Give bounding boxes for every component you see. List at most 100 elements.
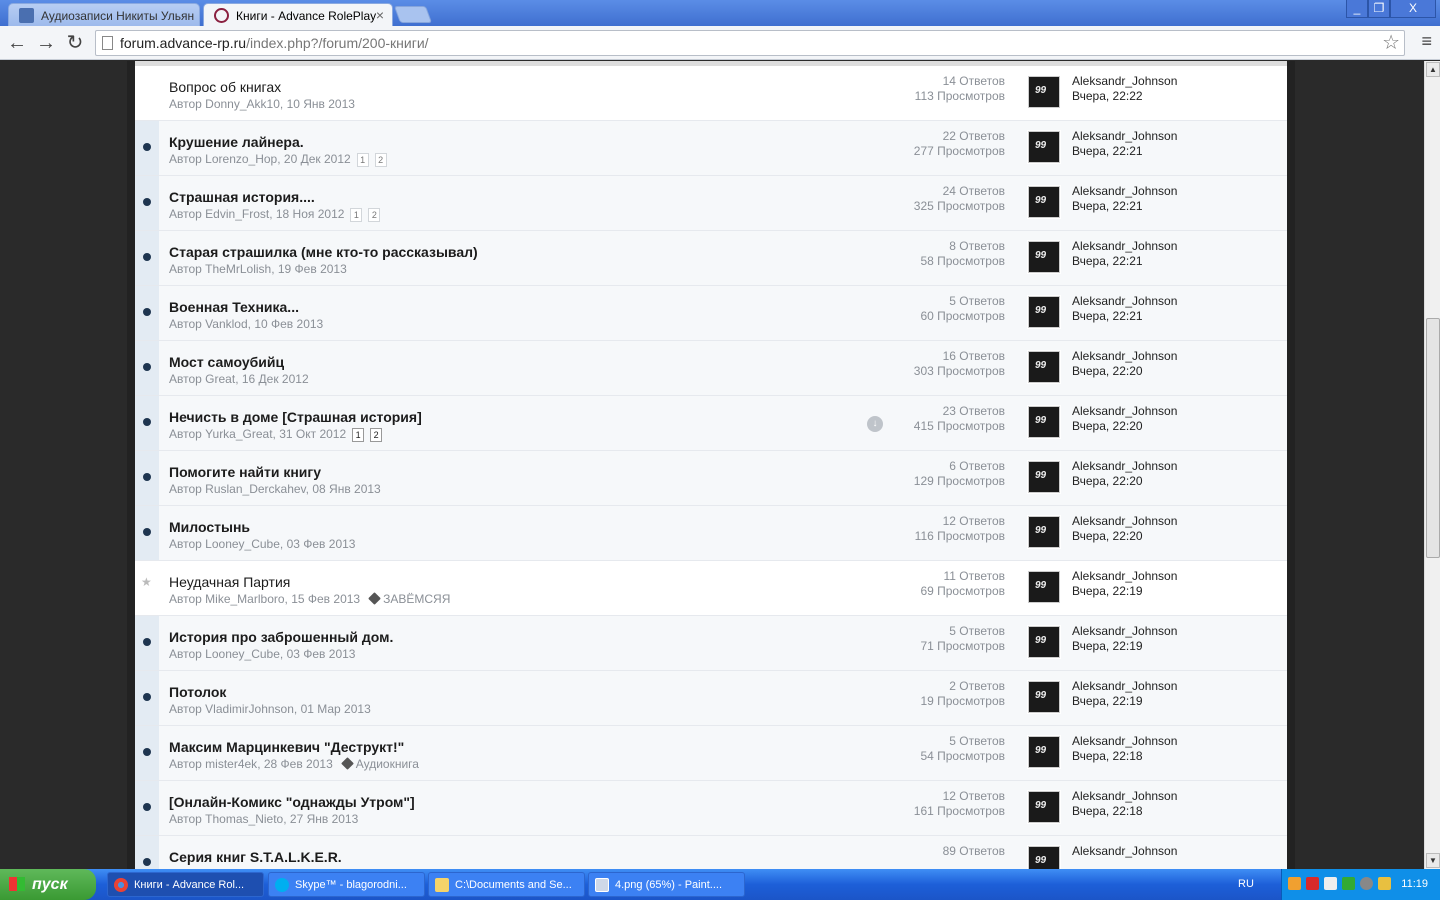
author-link[interactable]: Donny_Akk10 xyxy=(205,97,280,111)
scrollbar-thumb[interactable] xyxy=(1426,318,1440,558)
last-poster-link[interactable]: Aleksandr_Johnson xyxy=(1072,569,1177,584)
topic-row[interactable]: Милостынь Автор Looney_Cube, 03 Фев 2013 1… xyxy=(135,506,1287,561)
topic-title-link[interactable]: Милостынь xyxy=(169,519,250,535)
download-icon[interactable]: ↓ xyxy=(867,416,883,432)
author-link[interactable]: mister4ek xyxy=(205,757,257,771)
avatar[interactable]: 99 xyxy=(1028,186,1060,218)
last-poster-link[interactable]: Aleksandr_Johnson xyxy=(1072,459,1177,474)
avatar[interactable]: 99 xyxy=(1028,461,1060,493)
last-poster-link[interactable]: Aleksandr_Johnson xyxy=(1072,789,1177,804)
chrome-menu-icon[interactable]: ≡ xyxy=(1421,31,1432,52)
tab-books[interactable]: Книги - Advance RolePlay × xyxy=(203,3,393,26)
topic-row[interactable]: Максим Марцинкевич "Деструкт!" Автор mist… xyxy=(135,726,1287,781)
network-icon[interactable] xyxy=(1342,877,1355,890)
last-poster-link[interactable]: Aleksandr_Johnson xyxy=(1072,734,1177,749)
page-link[interactable]: 2 xyxy=(370,427,383,442)
topic-title-link[interactable]: История про заброшенный дом. xyxy=(169,629,393,645)
page-link[interactable]: 1 xyxy=(350,207,363,222)
scroll-up-arrow-icon[interactable]: ▲ xyxy=(1426,62,1440,77)
topic-title-link[interactable]: Военная Техника... xyxy=(169,299,299,315)
reload-icon[interactable]: ↻ xyxy=(62,30,88,56)
topic-row[interactable]: История про заброшенный дом. Автор Looney… xyxy=(135,616,1287,671)
page-link[interactable]: 1 xyxy=(356,152,369,167)
author-link[interactable]: Looney_Cube xyxy=(205,647,280,661)
topic-title-link[interactable]: Страшная история.... xyxy=(169,189,315,205)
topic-title-link[interactable]: [Онлайн-Комикс "однажды Утром"] xyxy=(169,794,415,810)
author-link[interactable]: Thomas_Nieto xyxy=(205,812,283,826)
last-poster-link[interactable]: Aleksandr_Johnson xyxy=(1072,844,1177,859)
page-link[interactable]: 1 xyxy=(352,427,365,442)
last-poster-link[interactable]: Aleksandr_Johnson xyxy=(1072,294,1177,309)
avatar[interactable]: 99 xyxy=(1028,241,1060,273)
topic-title-link[interactable]: Потолок xyxy=(169,684,226,700)
close-icon[interactable]: × xyxy=(376,7,384,23)
avatar[interactable]: 99 xyxy=(1028,681,1060,713)
last-poster-link[interactable]: Aleksandr_Johnson xyxy=(1072,349,1177,364)
topic-row[interactable]: [Онлайн-Комикс "однажды Утром"] Автор Tho… xyxy=(135,781,1287,836)
last-poster-link[interactable]: Aleksandr_Johnson xyxy=(1072,129,1177,144)
avatar[interactable]: 99 xyxy=(1028,626,1060,658)
topic-row[interactable]: Серия книг S.T.A.L.K.E.R. 89 Ответов 99 Ale… xyxy=(135,836,1287,869)
minimize-button[interactable]: _ xyxy=(1346,0,1368,18)
topic-row[interactable]: Крушение лайнера. Автор Lorenzo_Hop, 20 Д… xyxy=(135,121,1287,176)
topic-row[interactable]: Нечисть в доме [Страшная история] Автор Y… xyxy=(135,396,1287,451)
author-link[interactable]: Edvin_Frost xyxy=(205,207,269,221)
page-link[interactable]: 2 xyxy=(368,207,381,222)
vertical-scrollbar[interactable]: ▲ ▼ xyxy=(1424,61,1440,869)
restore-button[interactable]: ❐ xyxy=(1368,0,1390,18)
language-indicator[interactable]: RU xyxy=(1238,878,1254,890)
topic-row[interactable]: ★ Неудачная Партия Автор Mike_Marlboro, 15… xyxy=(135,561,1287,616)
avatar[interactable]: 99 xyxy=(1028,736,1060,768)
last-poster-link[interactable]: Aleksandr_Johnson xyxy=(1072,184,1177,199)
author-link[interactable]: Ruslan_Derckahev xyxy=(205,482,306,496)
topic-title-link[interactable]: Помогите найти книгу xyxy=(169,464,321,480)
author-link[interactable]: Mike_Marlboro xyxy=(205,592,284,606)
topic-row[interactable]: Помогите найти книгу Автор Ruslan_Derckah… xyxy=(135,451,1287,506)
author-link[interactable]: Lorenzo_Hop xyxy=(205,152,277,166)
last-poster-link[interactable]: Aleksandr_Johnson xyxy=(1072,679,1177,694)
avatar[interactable]: 99 xyxy=(1028,406,1060,438)
topic-tag[interactable]: Аудиокнига xyxy=(340,757,419,771)
taskbar-item-chrome[interactable]: Книги - Advance Rol... xyxy=(107,872,264,897)
close-window-button[interactable]: X xyxy=(1390,0,1436,18)
avatar[interactable]: 99 xyxy=(1028,571,1060,603)
topic-title-link[interactable]: Крушение лайнера. xyxy=(169,134,304,150)
tray-app-icon[interactable] xyxy=(1288,877,1301,890)
last-poster-link[interactable]: Aleksandr_Johnson xyxy=(1072,239,1177,254)
tray-app-icon[interactable] xyxy=(1360,877,1373,890)
tab-audio[interactable]: Аудиозаписи Никиты Ульян xyxy=(8,3,200,26)
topic-title-link[interactable]: Старая страшилка (мне кто-то рассказывал… xyxy=(169,244,478,260)
avatar[interactable]: 99 xyxy=(1028,296,1060,328)
taskbar-item-paint[interactable]: 4.png (65%) - Paint.... xyxy=(588,872,745,897)
topic-title-link[interactable]: Неудачная Партия xyxy=(169,574,290,590)
topic-title-link[interactable]: Серия книг S.T.A.L.K.E.R. xyxy=(169,849,342,865)
bookmark-star-icon[interactable]: ☆ xyxy=(1382,31,1400,55)
topic-title-link[interactable]: Максим Марцинкевич "Деструкт!" xyxy=(169,739,404,755)
author-link[interactable]: Yurka_Great xyxy=(205,427,272,441)
tray-app-icon[interactable] xyxy=(1306,877,1319,890)
scroll-down-arrow-icon[interactable]: ▼ xyxy=(1426,853,1440,868)
author-link[interactable]: Great xyxy=(205,372,235,386)
topic-row[interactable]: Страшная история.... Автор Edvin_Frost, 1… xyxy=(135,176,1287,231)
forward-arrow-icon[interactable]: → xyxy=(33,30,59,56)
author-link[interactable]: Looney_Cube xyxy=(205,537,280,551)
topic-title-link[interactable]: Мост самоубийц xyxy=(169,354,284,370)
author-link[interactable]: Vanklod xyxy=(205,317,247,331)
last-poster-link[interactable]: Aleksandr_Johnson xyxy=(1072,514,1177,529)
author-link[interactable]: TheMrLolish xyxy=(205,262,271,276)
taskbar-item-explorer[interactable]: C:\Documents and Se... xyxy=(428,872,585,897)
avatar[interactable]: 99 xyxy=(1028,516,1060,548)
new-tab-button[interactable] xyxy=(393,6,433,23)
avatar[interactable]: 99 xyxy=(1028,791,1060,823)
topic-row[interactable]: Вопрос об книгах Автор Donny_Akk10, 10 Ян… xyxy=(135,66,1287,121)
topic-title-link[interactable]: Нечисть в доме [Страшная история] xyxy=(169,409,422,425)
tray-app-icon[interactable] xyxy=(1378,877,1391,890)
back-arrow-icon[interactable]: ← xyxy=(4,30,30,56)
avatar[interactable]: 99 xyxy=(1028,131,1060,163)
volume-icon[interactable] xyxy=(1324,877,1337,890)
last-poster-link[interactable]: Aleksandr_Johnson xyxy=(1072,74,1177,89)
topic-row[interactable]: Военная Техника... Автор Vanklod, 10 Фев … xyxy=(135,286,1287,341)
avatar[interactable]: 99 xyxy=(1028,846,1060,869)
topic-tag[interactable]: ЗАВЁМСЯЯ xyxy=(368,592,450,606)
page-link[interactable]: 2 xyxy=(374,152,387,167)
